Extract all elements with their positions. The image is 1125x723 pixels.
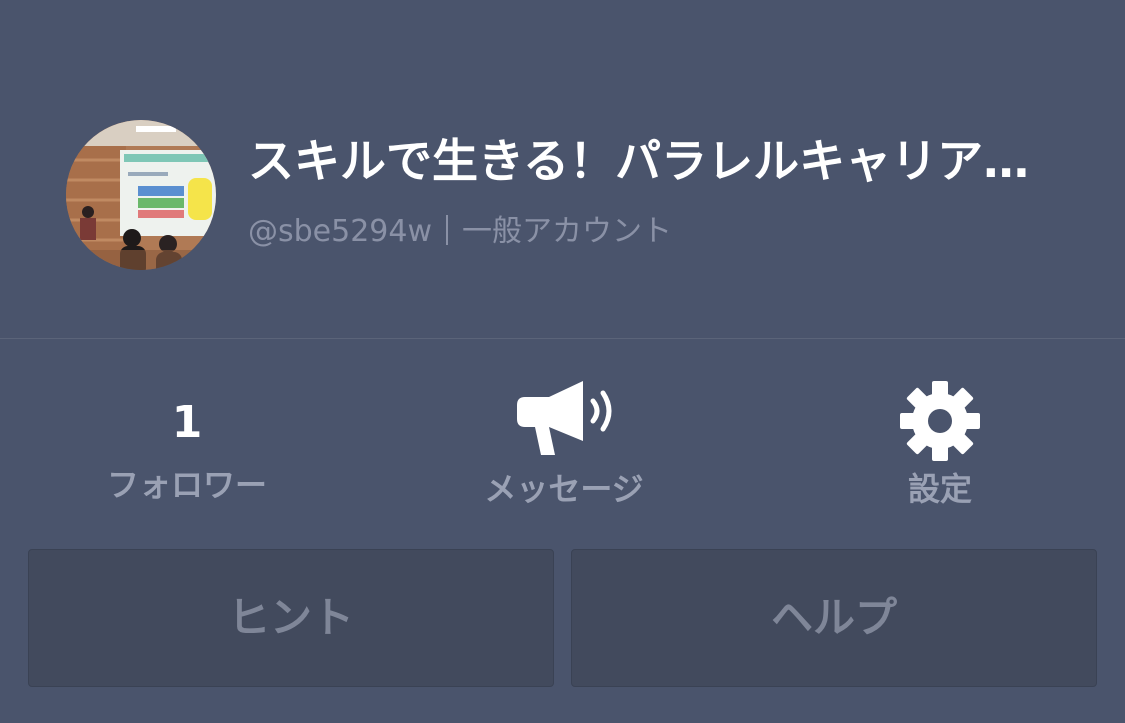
followers-label: フォロワー — [106, 466, 267, 504]
settings-label: 設定 — [907, 470, 972, 508]
followers-stat[interactable]: 1 フォロワー — [37, 375, 337, 525]
help-button[interactable]: ヘルプ — [571, 549, 1097, 687]
message-label: メッセージ — [484, 470, 644, 508]
section-divider — [0, 338, 1125, 339]
meta-separator — [446, 214, 449, 245]
avatar[interactable] — [66, 120, 216, 270]
megaphone-icon — [414, 375, 714, 467]
settings-button[interactable]: 設定 — [790, 375, 1090, 525]
account-name: スキルで生きる！パラレルキャリア… — [248, 134, 1030, 188]
profile-header: スキルで生きる！パラレルキャリア… @sbe5294w 一般アカウント — [0, 0, 1125, 338]
hint-button[interactable]: ヒント — [28, 549, 554, 687]
profile-photo — [66, 120, 216, 270]
gear-icon — [790, 375, 1090, 467]
account-type: 一般アカウント — [462, 214, 673, 249]
account-meta: @sbe5294w 一般アカウント — [248, 210, 672, 254]
message-button[interactable]: メッセージ — [414, 375, 714, 525]
account-handle: @sbe5294w — [248, 214, 433, 249]
followers-count: 1 — [171, 397, 203, 448]
